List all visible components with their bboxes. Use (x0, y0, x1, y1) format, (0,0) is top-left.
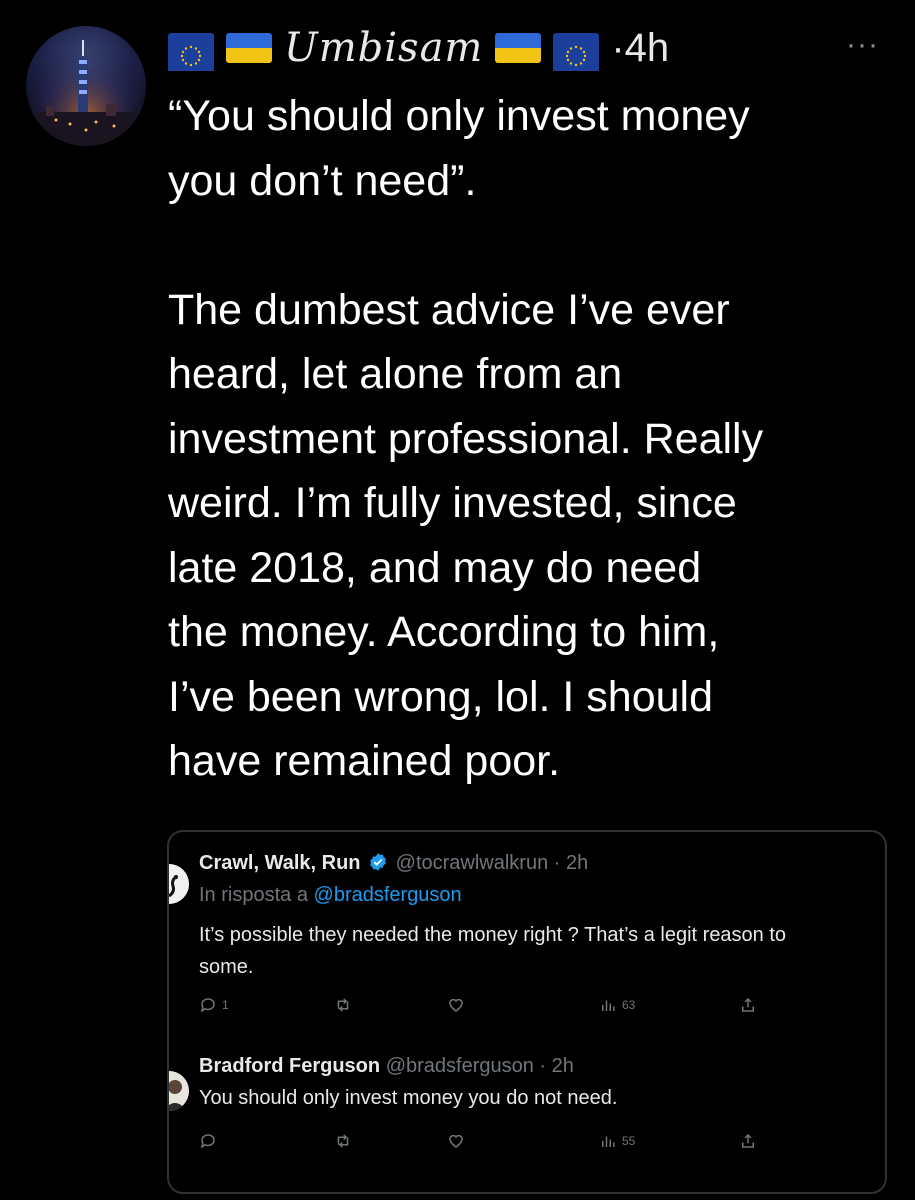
tweet-header: Umbisam ·4h (168, 20, 669, 76)
reply-author[interactable]: Bradford Ferguson @bradsferguson · 2h (199, 1055, 574, 1078)
views-count: 63 (622, 998, 636, 1012)
reply-context: In risposta a @bradsferguson (199, 884, 462, 907)
ukraine-flag-icon (495, 33, 542, 63)
views-icon (602, 1000, 615, 1011)
retweet-action[interactable] (334, 1132, 357, 1150)
eu-flag-icon (553, 33, 600, 71)
like-action[interactable] (447, 1132, 470, 1150)
avatar[interactable] (169, 1071, 189, 1111)
reply-action[interactable] (199, 1132, 222, 1150)
like-icon (449, 1134, 463, 1148)
verified-badge-icon (370, 853, 386, 871)
views-action[interactable]: 63 (599, 996, 635, 1014)
views-action[interactable]: 55 (599, 1132, 635, 1150)
avatar[interactable] (169, 864, 189, 904)
quoted-screenshot[interactable]: Crawl, Walk, Run @tocrawlwalkrun · 2h In… (167, 830, 887, 1194)
like-icon (449, 998, 463, 1012)
action-bar: 1 63 (199, 996, 839, 1020)
views-icon (602, 1136, 615, 1147)
author-handle[interactable]: @bradsferguson (386, 1055, 534, 1077)
author-display-name[interactable]: Umbisam (284, 25, 483, 71)
share-action[interactable] (739, 1132, 757, 1150)
more-options-icon[interactable]: ··· (846, 28, 879, 62)
reply-timestamp[interactable]: · 2h (539, 1055, 573, 1077)
eu-flag-icon (168, 33, 214, 71)
reply-count: 1 (222, 998, 229, 1012)
share-icon (742, 1133, 754, 1148)
share-icon (742, 997, 754, 1012)
reply-text-line: some. (199, 956, 254, 978)
action-bar: 55 (199, 1132, 839, 1156)
reply-text-line: You should only invest money you do not … (199, 1087, 618, 1109)
views-count: 55 (622, 1134, 636, 1148)
reply-action[interactable]: 1 (199, 996, 229, 1014)
avatar[interactable] (26, 26, 146, 146)
reply-icon (200, 1134, 215, 1149)
like-action[interactable] (447, 996, 470, 1014)
reply-text-line: It’s possible they needed the money righ… (199, 924, 787, 946)
reply-timestamp[interactable]: · 2h (554, 852, 588, 874)
reply-to-link[interactable]: @bradsferguson (314, 884, 462, 906)
retweet-icon (337, 998, 349, 1012)
reply-icon (200, 998, 215, 1013)
retweet-icon (337, 1134, 349, 1148)
share-action[interactable] (739, 996, 757, 1014)
tweet-timestamp[interactable]: ·4h (611, 26, 669, 71)
tweet-text: “You should only invest money you don’t … (168, 92, 764, 785)
reply-context-label: In risposta a (199, 884, 308, 906)
retweet-action[interactable] (334, 996, 357, 1014)
ukraine-flag-icon (226, 33, 272, 63)
avatar-skyline-image (26, 26, 146, 146)
author-name[interactable]: Crawl, Walk, Run (199, 852, 361, 874)
author-handle[interactable]: @tocrawlwalkrun (396, 852, 549, 874)
author-name[interactable]: Bradford Ferguson (199, 1055, 380, 1077)
reply-author[interactable]: Crawl, Walk, Run @tocrawlwalkrun · 2h (199, 852, 588, 875)
